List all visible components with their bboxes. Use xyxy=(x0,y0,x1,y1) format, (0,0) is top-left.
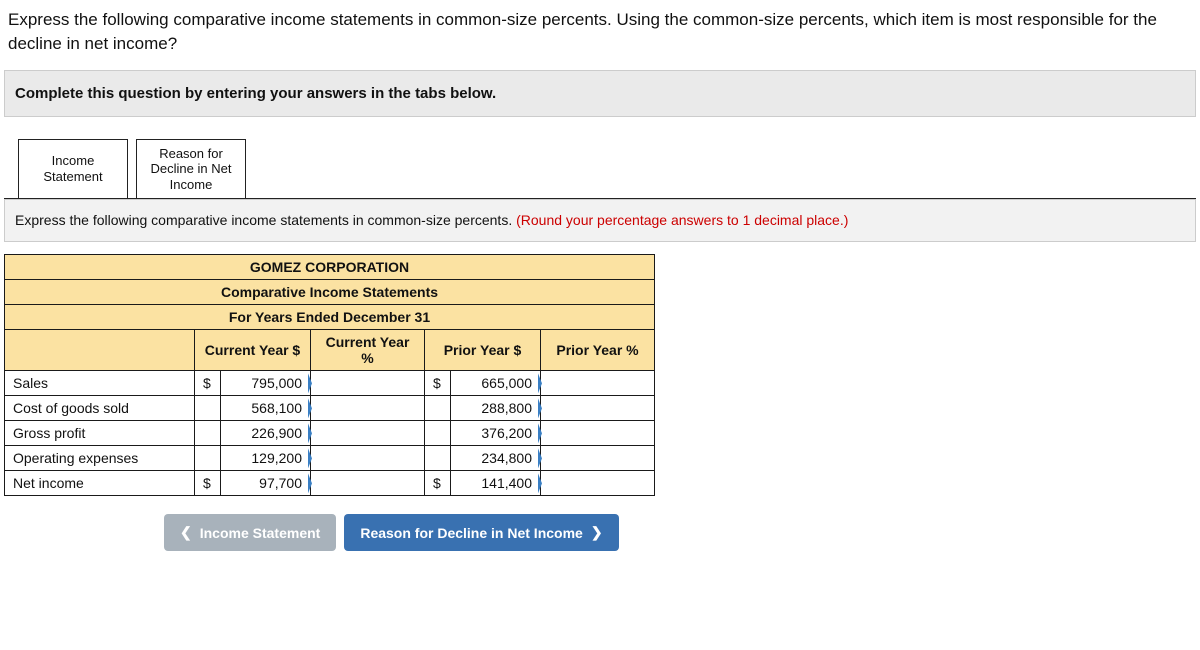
prior-year-amount-input[interactable]: 234,800 xyxy=(451,446,541,471)
currency-prefix xyxy=(195,446,221,471)
current-year-percent-input[interactable] xyxy=(311,396,425,421)
current-year-percent-input[interactable] xyxy=(311,471,425,496)
period-title: For Years Ended December 31 xyxy=(5,305,655,330)
col-current-year-percent: Current Year % xyxy=(311,330,425,371)
nav-row: ❮ Income Statement Reason for Decline in… xyxy=(164,514,1196,551)
current-year-amount-input[interactable]: 97,700 xyxy=(221,471,311,496)
tab-reason-decline[interactable]: Reason for Decline in Net Income xyxy=(136,139,246,200)
sub-instruction-hint: (Round your percentage answers to 1 deci… xyxy=(516,212,848,228)
row-label: Cost of goods sold xyxy=(5,396,195,421)
statement-title: Comparative Income Statements xyxy=(5,280,655,305)
currency-prefix xyxy=(195,396,221,421)
prior-year-percent-input[interactable] xyxy=(541,396,655,421)
instruction-bar: Complete this question by entering your … xyxy=(4,70,1196,117)
prev-tab-label: Income Statement xyxy=(200,525,321,541)
current-year-amount-input[interactable]: 129,200 xyxy=(221,446,311,471)
prior-year-percent-input[interactable] xyxy=(541,421,655,446)
tabs-row: Income Statement Reason for Decline in N… xyxy=(18,139,1196,200)
current-year-amount-input[interactable]: 568,100 xyxy=(221,396,311,421)
currency-prefix xyxy=(425,396,451,421)
col-prior-year-amount: Prior Year $ xyxy=(425,330,541,371)
col-current-year-amount: Current Year $ xyxy=(195,330,311,371)
currency-prefix: $ xyxy=(425,371,451,396)
blank-header xyxy=(5,330,195,371)
currency-prefix xyxy=(425,446,451,471)
table-row: Cost of goods sold 568,100 288,800 xyxy=(5,396,655,421)
row-label: Sales xyxy=(5,371,195,396)
table-row: Sales $ 795,000 $ 665,000 xyxy=(5,371,655,396)
question-text: Express the following comparative income… xyxy=(4,4,1196,70)
next-tab-label: Reason for Decline in Net Income xyxy=(360,525,583,541)
row-label: Gross profit xyxy=(5,421,195,446)
prior-year-amount-input[interactable]: 376,200 xyxy=(451,421,541,446)
currency-prefix: $ xyxy=(195,371,221,396)
table-row: Gross profit 226,900 376,200 xyxy=(5,421,655,446)
current-year-amount-input[interactable]: 795,000 xyxy=(221,371,311,396)
table-row: Operating expenses 129,200 234,800 xyxy=(5,446,655,471)
current-year-percent-input[interactable] xyxy=(311,446,425,471)
prior-year-percent-input[interactable] xyxy=(541,371,655,396)
row-label: Operating expenses xyxy=(5,446,195,471)
currency-prefix xyxy=(425,421,451,446)
income-statement-table: GOMEZ CORPORATION Comparative Income Sta… xyxy=(4,254,655,496)
next-tab-button[interactable]: Reason for Decline in Net Income ❯ xyxy=(344,514,618,551)
chevron-left-icon: ❮ xyxy=(180,524,192,541)
prior-year-percent-input[interactable] xyxy=(541,471,655,496)
sub-instruction: Express the following comparative income… xyxy=(4,199,1196,242)
current-year-percent-input[interactable] xyxy=(311,421,425,446)
tab-income-statement[interactable]: Income Statement xyxy=(18,139,128,200)
chevron-right-icon: ❯ xyxy=(591,524,603,541)
sub-instruction-text: Express the following comparative income… xyxy=(15,212,516,228)
prior-year-amount-input[interactable]: 141,400 xyxy=(451,471,541,496)
current-year-percent-input[interactable] xyxy=(311,371,425,396)
prior-year-amount-input[interactable]: 665,000 xyxy=(451,371,541,396)
prior-year-percent-input[interactable] xyxy=(541,446,655,471)
table-row: Net income $ 97,700 $ 141,400 xyxy=(5,471,655,496)
currency-prefix: $ xyxy=(195,471,221,496)
row-label: Net income xyxy=(5,471,195,496)
currency-prefix: $ xyxy=(425,471,451,496)
company-name: GOMEZ CORPORATION xyxy=(5,255,655,280)
tab-label: Reason for Decline in Net Income xyxy=(141,146,241,193)
currency-prefix xyxy=(195,421,221,446)
prior-year-amount-input[interactable]: 288,800 xyxy=(451,396,541,421)
current-year-amount-input[interactable]: 226,900 xyxy=(221,421,311,446)
tab-label: Income Statement xyxy=(23,153,123,184)
col-prior-year-percent: Prior Year % xyxy=(541,330,655,371)
prev-tab-button[interactable]: ❮ Income Statement xyxy=(164,514,336,551)
